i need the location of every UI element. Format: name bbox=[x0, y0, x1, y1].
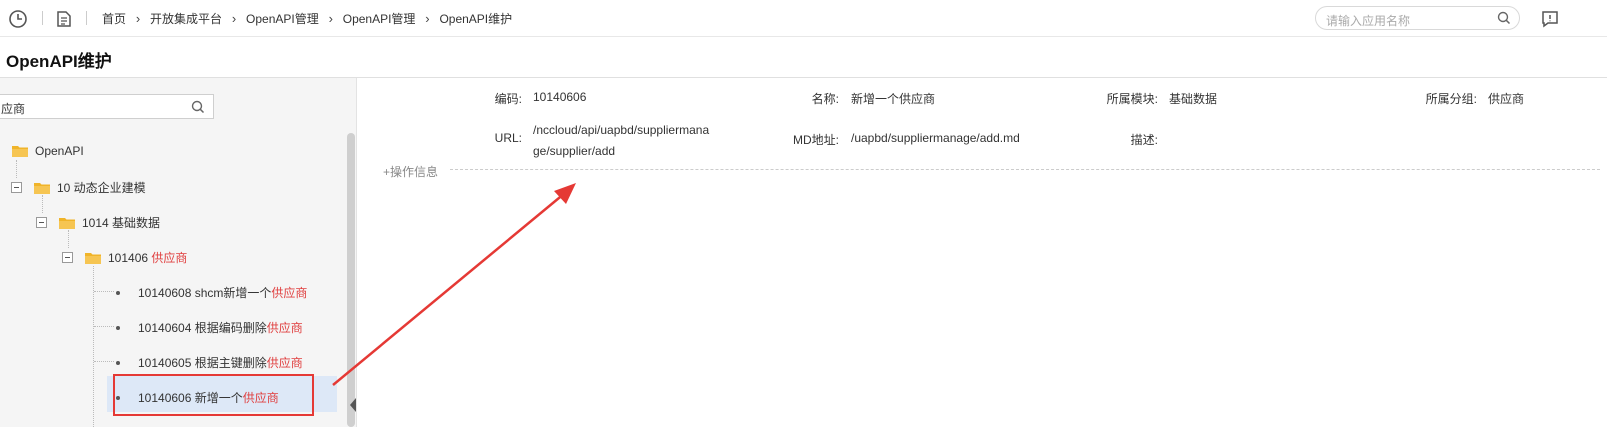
top-bar: 首页 › 开放集成平台 › OpenAPI管理 › OpenAPI管理 › Op… bbox=[0, 0, 1607, 37]
description-label: 描述: bbox=[1130, 133, 1158, 147]
collapse-toggle-icon[interactable] bbox=[36, 217, 47, 228]
clock-icon[interactable] bbox=[8, 9, 28, 29]
collapse-toggle-icon[interactable] bbox=[11, 182, 22, 193]
breadcrumb-separator-icon: › bbox=[425, 11, 430, 26]
tree-node-label: OpenAPI bbox=[35, 144, 84, 158]
group-label: 所属分组: bbox=[1425, 92, 1477, 106]
api-tree-panel: 应商 OpenAPI 10 动态企业建模 1014 基础数据 101406 供应… bbox=[0, 78, 357, 427]
folder-icon bbox=[12, 146, 28, 157]
url-label: URL: bbox=[494, 131, 522, 145]
document-list-icon[interactable] bbox=[54, 9, 74, 29]
md-label: MD地址: bbox=[793, 133, 839, 147]
tree-node-1014[interactable]: 1014 基础数据 bbox=[36, 214, 160, 231]
leaf-bullet-icon bbox=[116, 360, 120, 365]
code-label: 编码: bbox=[494, 92, 522, 106]
message-icon[interactable] bbox=[1540, 9, 1560, 29]
breadcrumb-separator-icon: › bbox=[135, 11, 141, 26]
group-value: 供应商 bbox=[1488, 92, 1525, 106]
search-icon[interactable] bbox=[191, 100, 205, 114]
breadcrumb-separator-icon: › bbox=[231, 11, 237, 26]
tree-node-label: 10 动态企业建模 bbox=[57, 181, 146, 195]
app-search-input[interactable]: 请输入应用名称 bbox=[1315, 6, 1520, 30]
tree-leaf-label: 10140604 根据编码删除 bbox=[138, 321, 267, 335]
tree-leaf-10140604[interactable]: 10140604 根据编码删除 供应商 bbox=[116, 319, 303, 336]
collapse-toggle-icon[interactable] bbox=[62, 252, 73, 263]
breadcrumb: 首页 › 开放集成平台 › OpenAPI管理 › OpenAPI管理 › Op… bbox=[102, 10, 512, 27]
module-label: 所属模块: bbox=[1106, 92, 1158, 106]
tree-leaf-label: 10140605 根据主键删除 bbox=[138, 356, 267, 370]
module-value: 基础数据 bbox=[1169, 92, 1218, 106]
tree-node-code: 101406 bbox=[108, 250, 152, 265]
toolbar-divider bbox=[86, 11, 87, 25]
name-label: 名称: bbox=[811, 92, 839, 106]
tree-connector bbox=[16, 160, 17, 178]
leaf-bullet-icon bbox=[116, 325, 120, 330]
folder-icon bbox=[34, 182, 50, 194]
annotation-highlight-box bbox=[113, 374, 314, 416]
breadcrumb-openapi-management[interactable]: OpenAPI管理 bbox=[246, 10, 319, 27]
tree-leaf-10140605[interactable]: 10140605 根据主键删除 供应商 bbox=[116, 354, 303, 371]
folder-icon bbox=[59, 217, 75, 229]
folder-icon bbox=[85, 252, 101, 264]
search-icon[interactable] bbox=[1497, 11, 1511, 25]
md-value: /uapbd/suppliermanage/add.md bbox=[851, 131, 1020, 145]
tree-connector bbox=[94, 361, 114, 362]
tree-connector bbox=[94, 326, 114, 327]
toolbar-divider bbox=[42, 11, 43, 25]
breadcrumb-openapi-maintenance: OpenAPI维护 bbox=[439, 12, 513, 26]
tree-leaf-10140608[interactable]: 10140608 shcm新增一个 供应商 bbox=[116, 284, 307, 301]
tree-leaf-label: 10140608 shcm新增一个 bbox=[138, 286, 272, 300]
breadcrumb-home[interactable]: 首页 bbox=[102, 10, 126, 27]
tree-node-label: 1014 基础数据 bbox=[82, 216, 161, 230]
tree-node-match-text: 供应商 bbox=[151, 251, 188, 265]
code-value: 10140606 bbox=[533, 90, 587, 104]
tree-node-10[interactable]: 10 动态企业建模 bbox=[11, 179, 146, 196]
name-value: 新增一个供应商 bbox=[851, 92, 936, 106]
collapse-handle-icon[interactable] bbox=[348, 396, 357, 414]
tree-leaf-match-text: 供应商 bbox=[266, 356, 303, 370]
tree-node-openapi[interactable]: OpenAPI bbox=[12, 144, 84, 158]
breadcrumb-integration-platform[interactable]: 开放集成平台 bbox=[150, 10, 222, 27]
breadcrumb-separator-icon: › bbox=[328, 11, 333, 26]
tree-leaf-match-text: 供应商 bbox=[266, 321, 303, 335]
tree-leaf-match-text: 供应商 bbox=[271, 286, 308, 300]
operation-info-toggle[interactable]: +操作信息 bbox=[383, 163, 438, 180]
tree-search-input[interactable]: 应商 bbox=[0, 94, 214, 119]
tree-search-value: 应商 bbox=[1, 102, 26, 116]
tree-node-101406[interactable]: 101406 供应商 bbox=[62, 249, 187, 266]
page-title: OpenAPI维护 bbox=[6, 52, 112, 71]
tree-connector bbox=[94, 291, 114, 292]
app-search-placeholder: 请输入应用名称 bbox=[1326, 14, 1411, 28]
leaf-bullet-icon bbox=[116, 290, 120, 295]
tree-connector bbox=[42, 195, 43, 213]
tree-connector bbox=[68, 230, 69, 248]
breadcrumb-openapi-management-2[interactable]: OpenAPI管理 bbox=[343, 10, 416, 27]
tree-scrollbar[interactable] bbox=[347, 133, 355, 427]
url-value: /nccloud/api/uapbd/suppliermanage/suppli… bbox=[533, 123, 710, 158]
section-divider bbox=[450, 169, 1600, 170]
